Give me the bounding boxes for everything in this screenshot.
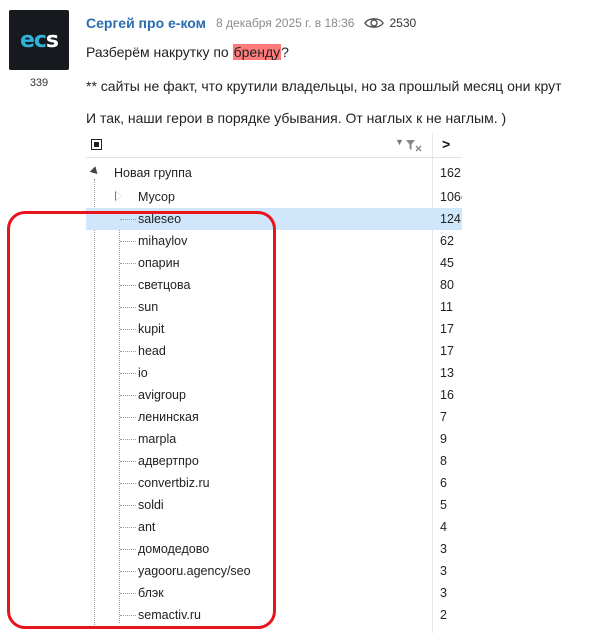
column-header-gt: > — [442, 136, 451, 152]
filter-clear-icon — [406, 139, 422, 157]
post-line-2: ** сайты не факт, что крутили владельцы,… — [86, 78, 562, 94]
row-value: 45 — [440, 256, 454, 270]
eye-icon — [364, 16, 385, 30]
post-header: Сергей про е-ком 8 декабря 2025 г. в 18:… — [86, 14, 416, 32]
row-value: 4 — [440, 520, 447, 534]
channel-avatar[interactable]: ecs — [9, 10, 69, 70]
views-count: 2530 — [389, 16, 417, 30]
expand-down-icon — [89, 166, 101, 177]
tree-subgroup-row: Мусор 106( — [86, 186, 462, 208]
chevron-down-icon: ▼ — [395, 137, 404, 147]
highlighted-word: бренду — [232, 44, 282, 60]
subgroup-label: Мусор — [138, 190, 175, 204]
square-checkbox-icon — [91, 139, 102, 150]
post-date: 8 декабря 2025 г. в 18:36 — [216, 16, 355, 30]
red-annotation-frame — [7, 211, 276, 629]
post-line-3: И так, наши герои в порядке убывания. От… — [86, 110, 507, 126]
tree-group-row: Новая группа 162 — [86, 162, 462, 184]
row-value: 8 — [440, 454, 447, 468]
avatar-logo: ecs — [19, 27, 59, 53]
group-value: 162 — [440, 166, 461, 180]
channel-rating: 339 — [29, 77, 49, 89]
row-value: 3 — [440, 564, 447, 578]
row-value: 17 — [440, 322, 454, 336]
row-value: 9 — [440, 432, 447, 446]
row-value: 11 — [440, 300, 453, 314]
row-value: 5 — [440, 498, 447, 512]
row-value: 6 — [440, 476, 447, 490]
row-value: 3 — [440, 586, 447, 600]
row-value: 13 — [440, 366, 454, 380]
row-value: 3 — [440, 542, 447, 556]
subgroup-value: 106( — [440, 190, 462, 204]
row-value: 62 — [440, 234, 454, 248]
author-link[interactable]: Сергей про е-ком — [86, 15, 206, 31]
row-value: 80 — [440, 278, 454, 292]
row-value: 124 — [440, 212, 461, 226]
row-value: 7 — [440, 410, 447, 424]
post-line-1: Разберём накрутку по бренду? — [86, 44, 289, 60]
table-header: ▼ > — [86, 133, 462, 158]
row-value: 16 — [440, 388, 454, 402]
row-value: 2 — [440, 608, 447, 622]
group-label: Новая группа — [114, 166, 192, 180]
row-value: 17 — [440, 344, 454, 358]
